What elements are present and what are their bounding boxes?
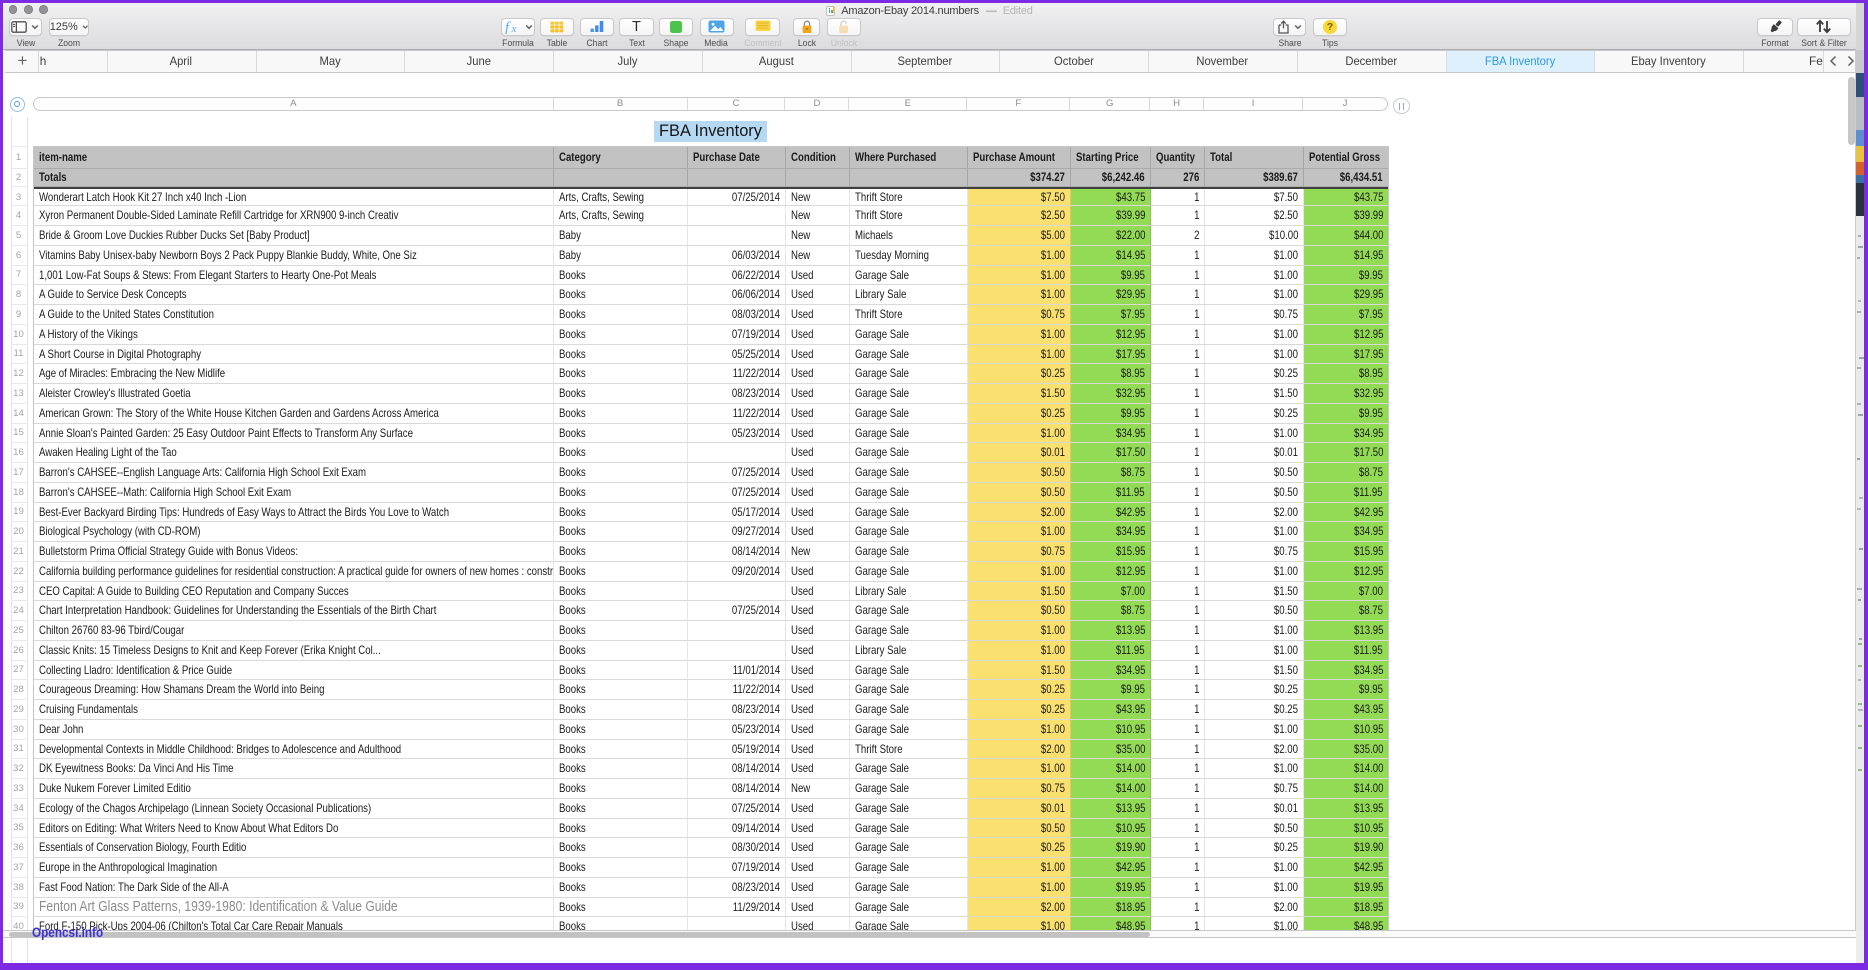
svg-text:x: x [510, 23, 516, 34]
svg-text:f: f [505, 20, 511, 34]
